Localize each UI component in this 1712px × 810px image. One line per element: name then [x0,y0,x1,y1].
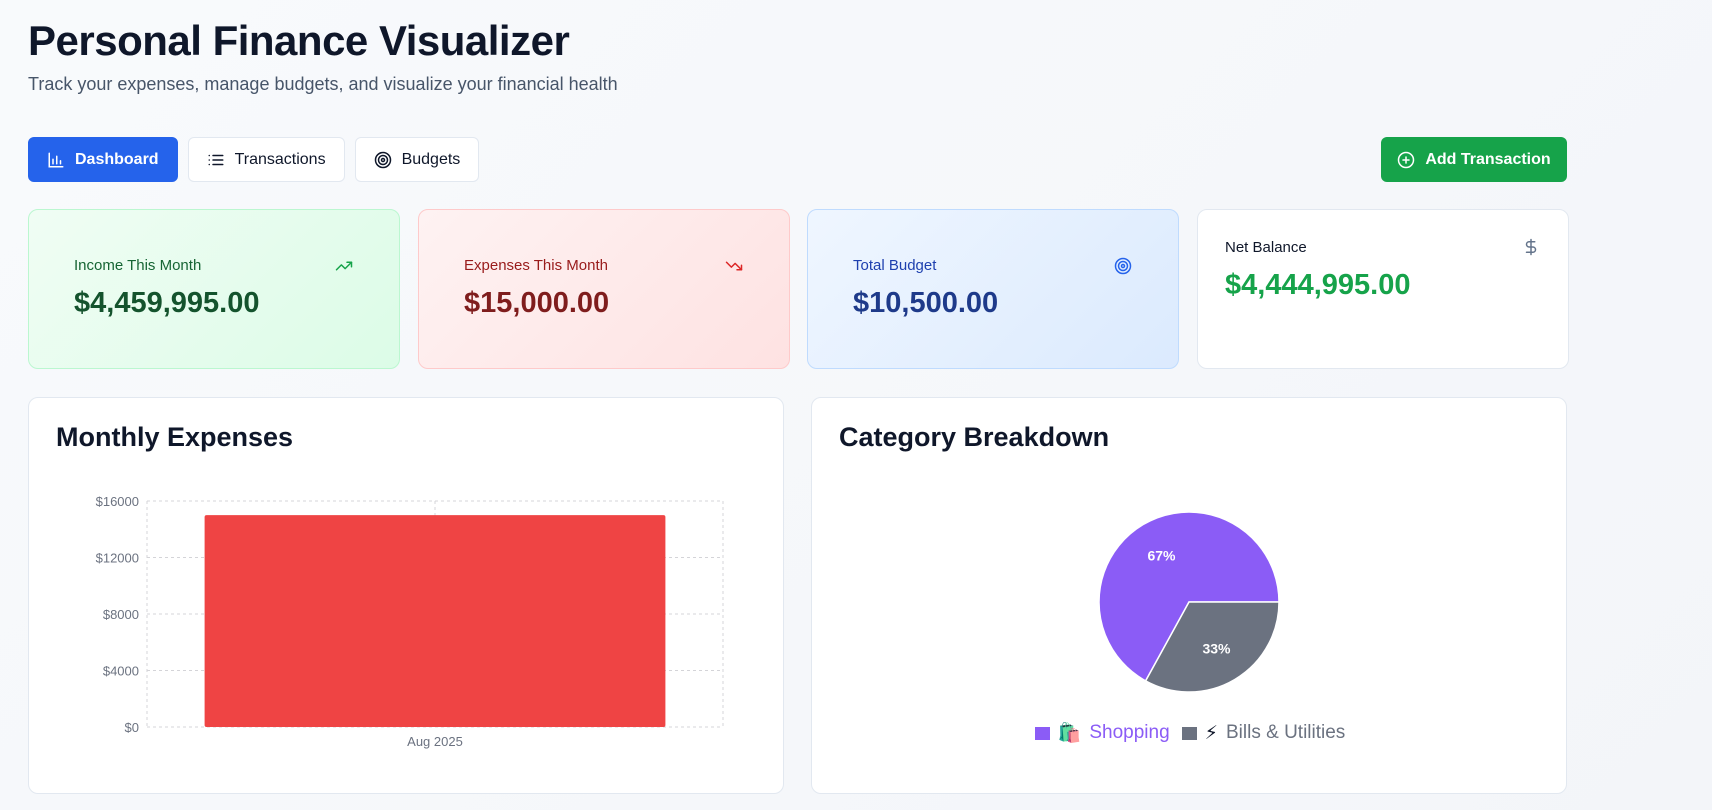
income-label: Income This Month [74,257,202,274]
x-tick-label: Aug 2025 [407,734,463,749]
tab-dashboard-label: Dashboard [75,150,159,168]
budget-card: Total Budget $10,500.00 [807,209,1179,369]
tab-transactions[interactable]: Transactions [187,137,345,182]
tab-budgets[interactable]: Budgets [354,137,480,182]
target-icon [374,151,391,168]
monthly-expenses-panel: Monthly Expenses $0 $4000 $8000 $12000 $1600… [28,397,784,794]
page-title: Personal Finance Visualizer [28,17,570,64]
monthly-expenses-chart: $0 $4000 $8000 $12000 $16000 Aug 2025 [96,494,724,749]
legend-label-bills: Bills & Utilities [1226,722,1346,743]
income-value: $4,459,995.00 [74,287,260,319]
legend-item-bills[interactable]: ⚡ Bills & Utilities [1181,722,1346,745]
budget-label: Total Budget [853,257,937,274]
plus-circle-icon [1398,151,1415,168]
net-balance-card: Net Balance $4,444,995.00 [1197,209,1569,369]
y-tick-label: $16000 [96,494,139,509]
y-tick-label: $8000 [103,607,139,622]
y-tick-label: $12000 [96,551,139,566]
legend-label-shopping: Shopping [1089,722,1170,743]
y-tick-label: $0 [125,720,139,735]
page-header: Personal Finance Visualizer Track your e… [28,17,618,95]
category-breakdown-panel: Category Breakdown 67% 33% 🛍️ Shopping ⚡ … [811,397,1567,794]
expenses-value: $15,000.00 [464,287,610,319]
tab-transactions-label: Transactions [234,150,326,168]
expenses-card: Expenses This Month $15,000.00 [418,209,790,369]
tab-budgets-label: Budgets [401,150,461,168]
pie-legend: 🛍️ Shopping ⚡ Bills & Utilities [812,721,1568,745]
pie-slice-label: 67% [1147,548,1176,564]
legend-item-shopping[interactable]: 🛍️ Shopping [1034,721,1170,745]
expenses-label: Expenses This Month [464,257,608,274]
bolt-emoji-icon: ⚡ [1204,722,1218,744]
bar-chart-icon [48,152,64,167]
net-balance-label: Net Balance [1225,239,1307,256]
net-balance-value: $4,444,995.00 [1225,269,1411,301]
add-transaction-button[interactable]: Add Transaction [1381,137,1567,182]
page-subtitle: Track your expenses, manage budgets, and… [28,74,618,95]
tab-dashboard[interactable]: Dashboard [28,137,178,182]
target-icon [1114,257,1132,275]
main-nav: Dashboard Transactions Budgets [28,137,480,182]
trending-up-icon [335,261,353,271]
dollar-icon [1525,238,1537,256]
trending-down-icon [725,261,743,271]
y-tick-label: $4000 [103,664,139,679]
budget-value: $10,500.00 [853,287,999,319]
legend-swatch-shopping [1034,726,1050,740]
income-card: Income This Month $4,459,995.00 [28,209,400,369]
pie-slice-label: 33% [1202,640,1231,656]
legend-swatch-bills [1181,726,1197,740]
list-icon [208,154,224,165]
shopping-emoji-icon: 🛍️ [1057,723,1082,744]
add-transaction-label: Add Transaction [1425,150,1551,168]
bar [204,515,666,727]
